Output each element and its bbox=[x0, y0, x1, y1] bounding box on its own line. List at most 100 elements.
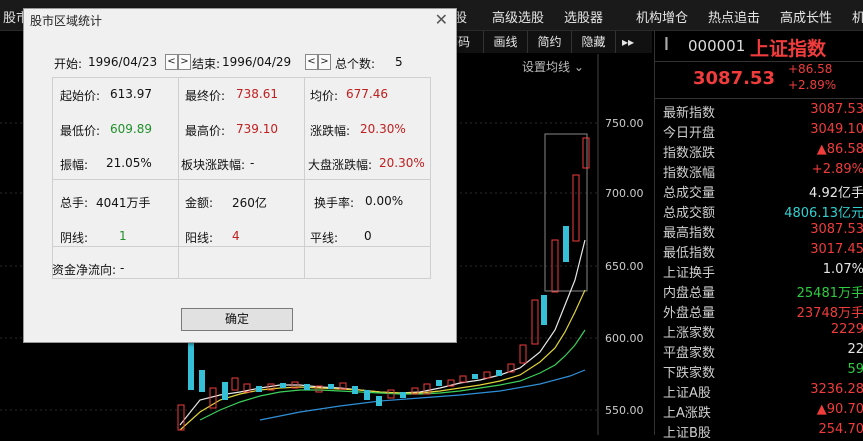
candle bbox=[583, 138, 589, 168]
volume-label: 总手: bbox=[60, 194, 88, 211]
amount-value: 260亿 bbox=[232, 194, 267, 211]
price-label-550: 550.00 bbox=[605, 404, 645, 417]
end-prev-button[interactable]: < bbox=[305, 54, 318, 70]
market-change-value: 20.30% bbox=[379, 156, 425, 170]
draw-line-button[interactable]: 画线 bbox=[484, 31, 528, 53]
turnover-value: 0.00% bbox=[365, 194, 403, 208]
collapse-icon[interactable]: ❙ bbox=[661, 36, 672, 51]
low-value: 609.89 bbox=[110, 122, 152, 136]
volume-value: 4041万手 bbox=[96, 194, 151, 211]
hide-button[interactable]: 隐藏 bbox=[572, 31, 616, 53]
down-candles-value: 1 bbox=[119, 229, 127, 243]
quote-row-label: 上涨家数 bbox=[663, 322, 715, 341]
quote-row-label: 指数涨跌 bbox=[663, 142, 715, 161]
price-change: +86.58 bbox=[788, 62, 832, 76]
quote-row-value: 23748万手 bbox=[797, 302, 863, 321]
ma20-line bbox=[200, 330, 585, 420]
quote-panel: ❙ 000001 上证指数 3087.53 +86.58 +2.89% 最新指数… bbox=[654, 31, 863, 435]
quote-row-value: ▲90.70 bbox=[817, 402, 863, 417]
candle bbox=[232, 378, 238, 390]
quote-row: 今日开盘 3049.10 bbox=[655, 121, 863, 141]
candle bbox=[376, 396, 382, 406]
quote-row-label: 今日开盘 bbox=[663, 122, 715, 141]
menu-item-institution[interactable]: 机构增仓 bbox=[636, 7, 688, 26]
avg-price-value: 677.46 bbox=[346, 87, 388, 101]
region-stats-dialog: 股市区域统计 ✕ 开始: 1996/04/23 < > 结束: 1996/04/… bbox=[23, 8, 457, 343]
quote-row-value: 3049.10 bbox=[810, 122, 863, 137]
ma60-line bbox=[260, 370, 585, 420]
quote-row-label: 上证B股 bbox=[663, 422, 711, 441]
amplitude-value: 21.05% bbox=[106, 156, 152, 170]
quote-row: 总成交额 4806.13亿元 bbox=[655, 201, 863, 221]
candle bbox=[460, 376, 466, 382]
quote-row-label: 上证A股 bbox=[663, 382, 711, 401]
amount-label: 金额: bbox=[185, 194, 213, 211]
price-label-600: 600.00 bbox=[605, 332, 645, 345]
low-label: 最低价: bbox=[60, 122, 100, 139]
candle bbox=[352, 386, 358, 394]
quote-row: 最高指数3087.53 bbox=[655, 221, 863, 241]
menu-item-hot[interactable]: 热点追击 bbox=[708, 7, 760, 26]
start-label: 开始: bbox=[54, 55, 82, 72]
end-price-label: 最终价: bbox=[185, 87, 225, 104]
flat-candles-value: 0 bbox=[364, 229, 372, 243]
quote-row: 最低指数3017.45 bbox=[655, 241, 863, 261]
quote-row-value: 4806.13亿元 bbox=[784, 202, 863, 221]
candle bbox=[573, 175, 579, 241]
current-price: 3087.53 bbox=[693, 68, 775, 89]
net-flow-value: - bbox=[120, 261, 124, 275]
quote-row-label: 平盘家数 bbox=[663, 342, 715, 361]
menu-item-more[interactable]: 机 bbox=[852, 7, 863, 26]
candle bbox=[304, 384, 310, 390]
quote-row-label: 总成交量 bbox=[663, 182, 715, 201]
candle bbox=[496, 370, 502, 376]
quote-row: 内盘总量25481万手 bbox=[655, 281, 863, 301]
quote-row: 指数涨跌▲86.58 bbox=[655, 141, 863, 161]
quote-row-label: 外盘总量 bbox=[663, 302, 715, 321]
ma-settings-dropdown[interactable]: 设置均线 ⌄ bbox=[522, 58, 584, 75]
quote-row-value: 22 bbox=[847, 342, 863, 357]
quote-row-label: 总成交额 bbox=[663, 202, 715, 221]
candle bbox=[436, 380, 442, 386]
index-name: 上证指数 bbox=[750, 34, 826, 61]
sector-change-value: - bbox=[250, 156, 254, 170]
quote-row: 指数涨幅+2.89% bbox=[655, 161, 863, 181]
stats-cell bbox=[178, 246, 305, 279]
quote-row: 总成交量4.92亿手 bbox=[655, 181, 863, 201]
chart-toolbar: 籌码 画线 简约 隐藏 ▸▸ bbox=[440, 31, 652, 53]
simple-button[interactable]: 简约 bbox=[528, 31, 572, 53]
price-change-pct: +2.89% bbox=[788, 78, 836, 92]
start-date: 1996/04/23 bbox=[88, 55, 157, 69]
menu-item-screener[interactable]: 选股器 bbox=[564, 7, 603, 26]
candle bbox=[484, 372, 490, 378]
ok-button[interactable]: 确定 bbox=[181, 308, 293, 331]
count-label: 总个数: bbox=[335, 55, 375, 72]
up-candles-value: 4 bbox=[232, 229, 240, 243]
quote-header: ❙ 000001 上证指数 bbox=[655, 31, 863, 61]
quote-row-value: 3236.28 bbox=[810, 382, 863, 397]
close-icon[interactable]: ✕ bbox=[435, 10, 448, 29]
expand-arrows-icon[interactable]: ▸▸ bbox=[616, 31, 638, 53]
candle bbox=[256, 386, 262, 392]
stats-grid: 起始价: 613.97 最终价: 738.61 均价: 677.46 最低价: … bbox=[52, 77, 431, 278]
quote-row: 最新指数3087.53 bbox=[655, 101, 863, 121]
menu-item-advanced-screen[interactable]: 高级选股 bbox=[492, 7, 544, 26]
quote-row-value: 3017.45 bbox=[810, 242, 863, 257]
start-price-value: 613.97 bbox=[110, 87, 152, 101]
candle bbox=[541, 295, 547, 325]
quote-row-value: 1.07% bbox=[823, 262, 863, 277]
menu-item-growth[interactable]: 高成长性 bbox=[780, 7, 832, 26]
end-next-button[interactable]: > bbox=[318, 54, 331, 70]
start-next-button[interactable]: > bbox=[178, 54, 191, 70]
candle bbox=[472, 374, 478, 379]
net-flow-label: 资金净流向: bbox=[52, 261, 116, 278]
quote-row-label: 指数涨幅 bbox=[663, 162, 715, 181]
end-date: 1996/04/29 bbox=[222, 55, 291, 69]
candle bbox=[178, 405, 184, 430]
end-label: 结束: bbox=[192, 55, 220, 72]
ma-settings-label: 设置均线 bbox=[522, 60, 570, 74]
start-prev-button[interactable]: < bbox=[165, 54, 178, 70]
dialog-title: 股市区域统计 bbox=[30, 12, 102, 29]
quote-row-label: 上证换手 bbox=[663, 262, 715, 281]
quote-row-value: 3087.53 bbox=[810, 222, 863, 237]
